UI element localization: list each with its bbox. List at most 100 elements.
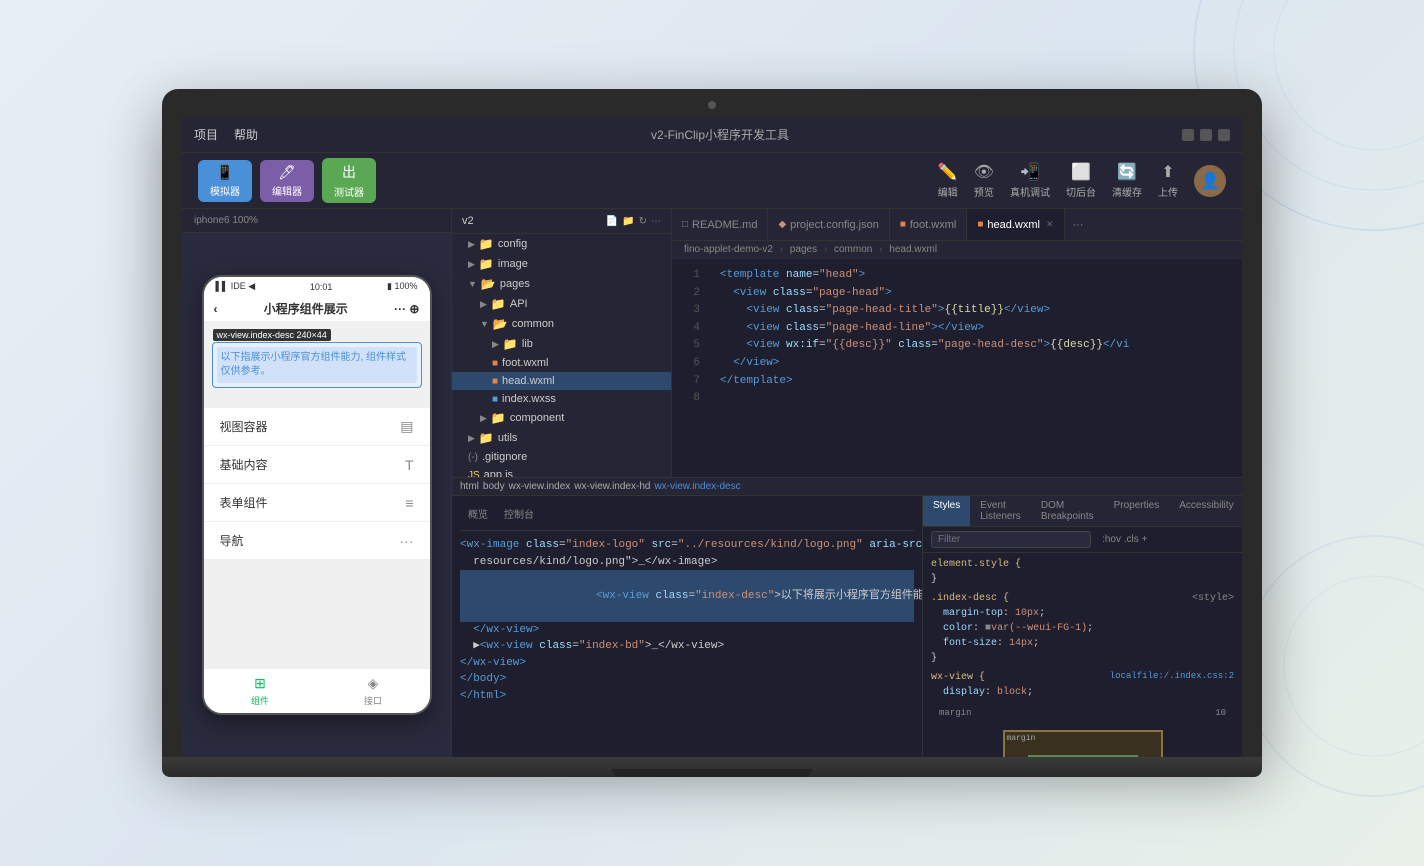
menu-item-project[interactable]: 项目 <box>194 126 218 143</box>
breadcrumb-sep: › <box>780 244 783 255</box>
dom-bc-hd[interactable]: wx-view.index-hd <box>574 481 650 492</box>
toolbar-btn-editor[interactable]: 🖊 编辑器 <box>260 160 314 202</box>
editor-content: 1 2 3 4 5 6 7 8 <box>672 259 1242 477</box>
styles-filter: :hov .cls + <box>923 527 1242 553</box>
breadcrumb-sep: › <box>879 244 882 255</box>
tree-item-common[interactable]: ▼ 📂 common <box>452 314 671 334</box>
line-num: 3 <box>684 302 700 320</box>
tab-head-wxml[interactable]: ■ head.wxml ✕ <box>967 209 1064 240</box>
styles-filter-input[interactable] <box>931 531 1091 548</box>
list-item[interactable]: 表单组件 ≡ <box>204 484 430 522</box>
list-item[interactable]: 视图容器 ▤ <box>204 408 430 446</box>
tab-close-icon[interactable]: ✕ <box>1046 219 1054 230</box>
minimize-button[interactable] <box>1182 129 1194 141</box>
phone-tab-component[interactable]: ⊞ 组件 <box>251 675 269 707</box>
list-item[interactable]: 基础内容 T <box>204 446 430 484</box>
tree-item-component[interactable]: ▶ 📁 component <box>452 408 671 428</box>
collapse-icon[interactable]: ⋯ <box>651 216 661 227</box>
refresh-icon[interactable]: ↻ <box>639 216 647 227</box>
styles-tab-events[interactable]: Event Listeners <box>970 496 1031 526</box>
tree-item-foot-wxml[interactable]: ■ foot.wxml <box>452 354 671 372</box>
tree-item-lib[interactable]: ▶ 📁 lib <box>452 334 671 354</box>
style-selector: .index-desc { <box>931 593 1009 604</box>
tree-item-image[interactable]: ▶ 📁 image <box>452 254 671 274</box>
json-tab-icon: ◆ <box>778 219 786 230</box>
breadcrumb-sep: › <box>824 244 827 255</box>
tab-readme[interactable]: □ README.md <box>672 209 768 240</box>
title-bar: 项目 帮助 v2-FinClip小程序开发工具 <box>182 117 1242 153</box>
folder-icon: 📁 <box>503 337 518 351</box>
laptop-screen: 项目 帮助 v2-FinClip小程序开发工具 📱 <box>182 117 1242 757</box>
close-button[interactable] <box>1218 129 1230 141</box>
styles-tab-dom-bp[interactable]: DOM Breakpoints <box>1031 496 1104 526</box>
maximize-button[interactable] <box>1200 129 1212 141</box>
tree-item-utils[interactable]: ▶ 📁 utils <box>452 428 671 448</box>
phone-highlight-box: wx-view.index-desc 240×44 以下指展示小程序官方组件能力… <box>212 342 422 388</box>
tab-more-icon[interactable]: ··· <box>1065 219 1092 231</box>
list-item-label-0: 视图容器 <box>220 418 268 435</box>
dom-bc-html[interactable]: html <box>460 481 479 492</box>
new-file-icon[interactable]: 📄 <box>606 216 618 227</box>
toolbar-btn-simulator[interactable]: 📱 模拟器 <box>198 160 252 202</box>
toolbar-action-preview[interactable]: 👁 预览 <box>974 162 994 199</box>
styles-tab-styles[interactable]: Styles <box>923 496 970 526</box>
expand-icon: ▶ <box>492 339 499 350</box>
toolbar-action-background[interactable]: ⬜ 切后台 <box>1066 162 1096 199</box>
editor-icon: 🖊 <box>278 164 296 181</box>
toolbar-right: ✏️ 编辑 👁 预览 📲 真机调试 ⬜ 切后 <box>938 162 1226 199</box>
code-area[interactable]: <template name="head"> <view class="page… <box>708 259 1242 477</box>
list-item[interactable]: 导航 ··· <box>204 522 430 560</box>
menu-item-help[interactable]: 帮助 <box>234 126 258 143</box>
dom-bc-index[interactable]: wx-view.index <box>509 481 571 492</box>
clear-icon: 🔄 <box>1117 162 1137 182</box>
phone-frame: ▌▌ IDE ◀ 10:01 ▮ 100% ‹ 小程序组件展示 ··· ⊕ <box>202 275 432 715</box>
preview-label: 预览 <box>974 184 994 199</box>
tree-item-label: index.wxss <box>502 393 556 405</box>
tree-item-api[interactable]: ▶ 📁 API <box>452 294 671 314</box>
new-folder-icon[interactable]: 📁 <box>622 216 634 227</box>
tab-foot-wxml[interactable]: ■ foot.wxml <box>890 209 968 240</box>
dom-bc-body[interactable]: body <box>483 481 505 492</box>
toolbar-action-edit[interactable]: ✏️ 编辑 <box>938 162 958 199</box>
tree-item-config[interactable]: ▶ 📁 config <box>452 234 671 254</box>
tree-item-index-wxss[interactable]: ■ index.wxss <box>452 390 671 408</box>
folder-icon: 📁 <box>479 431 494 445</box>
tab-interface-label: 接口 <box>364 694 382 707</box>
style-source: localfile:/.index.css:2 <box>1110 670 1234 684</box>
tree-item-appjs[interactable]: JS app.js <box>452 466 671 477</box>
styles-tab-access[interactable]: Accessibility <box>1169 496 1242 526</box>
debug-icon: 📲 <box>1020 162 1040 182</box>
list-item-icon-3: ··· <box>400 533 414 549</box>
dom-bc-desc[interactable]: wx-view.index-desc <box>654 481 740 492</box>
editor-panel: □ README.md ◆ project.config.json ■ <box>672 209 1242 477</box>
devtools-tab-console[interactable]: 控制台 <box>496 504 542 526</box>
list-item-label-3: 导航 <box>220 532 244 549</box>
expand-icon: ▼ <box>468 279 477 289</box>
tree-item-pages[interactable]: ▼ 📂 pages <box>452 274 671 294</box>
styles-tab-props[interactable]: Properties <box>1104 496 1170 526</box>
toolbar-action-upload[interactable]: ⬆ 上传 <box>1158 162 1178 199</box>
tab-project-config[interactable]: ◆ project.config.json <box>768 209 889 240</box>
tree-item-gitignore[interactable]: (-) .gitignore <box>452 448 671 466</box>
tree-item-label: common <box>512 318 554 330</box>
phone-list: 视图容器 ▤ 基础内容 T 表单组件 <box>204 408 430 560</box>
tree-item-label: pages <box>500 278 530 290</box>
style-prop: font-size <box>943 638 997 649</box>
toolbar-btn-tester[interactable]: 出 测试器 <box>322 158 376 203</box>
phone-tab-interface[interactable]: ◈ 接口 <box>364 675 382 707</box>
tree-item-head-wxml[interactable]: ■ head.wxml <box>452 372 671 390</box>
clear-label: 清缓存 <box>1112 184 1142 199</box>
tab-project-label: project.config.json <box>790 219 879 231</box>
phone-content: wx-view.index-desc 240×44 以下指展示小程序官方组件能力… <box>204 322 430 668</box>
phone-mockup: ▌▌ IDE ◀ 10:01 ▮ 100% ‹ 小程序组件展示 ··· ⊕ <box>182 233 451 757</box>
toolbar-action-clear[interactable]: 🔄 清缓存 <box>1112 162 1142 199</box>
expand-icon: ▶ <box>468 259 475 270</box>
dom-line-selected[interactable]: <wx-view class="index-desc">以下将展示小程序官方组件… <box>460 570 914 622</box>
devtools-tab-elements[interactable]: 概览 <box>460 504 496 526</box>
user-avatar[interactable]: 👤 <box>1194 165 1226 197</box>
toolbar-action-debug[interactable]: 📲 真机调试 <box>1010 162 1050 199</box>
folder-icon: 📁 <box>491 411 506 425</box>
file-tree-icons: 📄 📁 ↻ ⋯ <box>606 216 661 227</box>
list-item-icon-0: ▤ <box>400 418 413 435</box>
style-closing: } <box>931 574 937 585</box>
